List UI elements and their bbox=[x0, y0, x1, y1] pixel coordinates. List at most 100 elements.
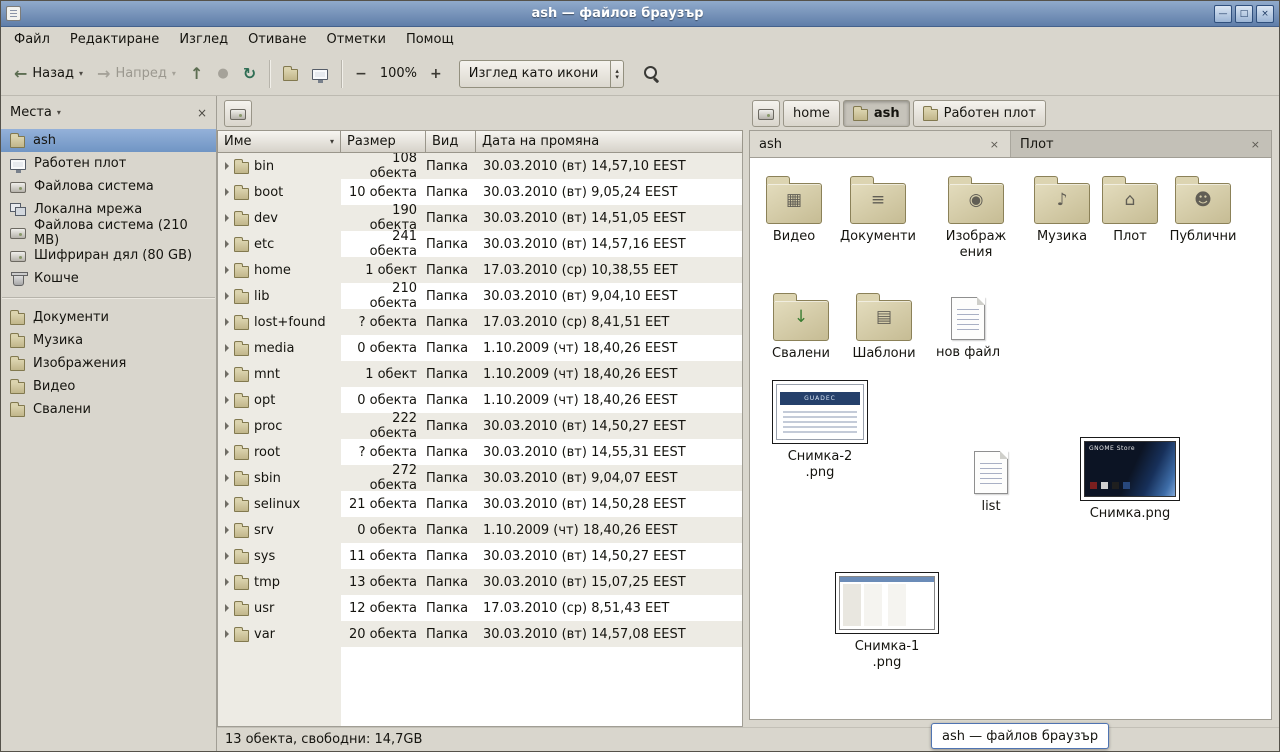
table-row[interactable]: var20 обектаПапка30.03.2010 (вт) 14,57,0… bbox=[218, 621, 742, 647]
table-row[interactable]: dev190 обектаПапка30.03.2010 (вт) 14,51,… bbox=[218, 205, 742, 231]
icon-item-snimka[interactable]: Снимка.png bbox=[1082, 435, 1178, 522]
path-button-root[interactable] bbox=[752, 100, 780, 127]
menu-go[interactable]: Отиване bbox=[238, 27, 316, 52]
icon-item-public[interactable]: ☻Публични bbox=[1155, 174, 1251, 245]
search-button[interactable] bbox=[636, 60, 667, 87]
forward-button[interactable]: Напред bbox=[90, 61, 183, 87]
sidebar-item-desktop[interactable]: Работен плот bbox=[1, 152, 216, 175]
tab-close-icon[interactable] bbox=[988, 138, 1001, 151]
expander-icon[interactable] bbox=[225, 604, 229, 612]
icon-item-documents[interactable]: ≡Документи bbox=[830, 174, 926, 245]
icon-item-list[interactable]: list bbox=[943, 445, 1039, 515]
table-row[interactable]: lost+found? обектаПапка17.03.2010 (ср) 8… bbox=[218, 309, 742, 335]
icon-item-snimka-1[interactable]: Снимка-1.png bbox=[839, 570, 935, 672]
expander-icon[interactable] bbox=[225, 240, 229, 248]
expander-icon[interactable] bbox=[225, 526, 229, 534]
sidebar-item-music[interactable]: Музика bbox=[1, 329, 216, 352]
icon-item-snimka-2[interactable]: Снимка-2.png bbox=[772, 378, 868, 482]
menu-edit[interactable]: Редактиране bbox=[60, 27, 169, 52]
expander-icon[interactable] bbox=[225, 318, 229, 326]
size-cell: 21 обекта bbox=[341, 497, 426, 512]
file-name: opt bbox=[254, 393, 275, 408]
expander-icon[interactable] bbox=[225, 344, 229, 352]
reload-button[interactable] bbox=[236, 61, 263, 87]
sidebar-item-ash[interactable]: ash bbox=[1, 129, 216, 152]
icon-item-new-file[interactable]: нов файл bbox=[920, 291, 1016, 361]
column-header-modified[interactable]: Дата на промяна bbox=[476, 130, 743, 153]
menu-file[interactable]: Файл bbox=[4, 27, 60, 52]
sidebar-selector-caret-icon[interactable] bbox=[57, 108, 61, 117]
tab-ash[interactable]: ash bbox=[750, 131, 1011, 157]
sidebar-item-encrypted-80gb[interactable]: Шифриран дял (80 GB) bbox=[1, 244, 216, 267]
column-header-name[interactable]: Име bbox=[217, 130, 341, 153]
path-button-desktop[interactable]: Работен плот bbox=[913, 100, 1046, 127]
sidebar-item-filesystem[interactable]: Файлова система bbox=[1, 175, 216, 198]
sidebar-item-filesystem-210mb[interactable]: Файлова система (210 MB) bbox=[1, 221, 216, 244]
expander-icon[interactable] bbox=[225, 292, 229, 300]
expander-icon[interactable] bbox=[225, 370, 229, 378]
computer-button[interactable] bbox=[305, 63, 335, 85]
table-row[interactable]: boot10 обектаПапка30.03.2010 (вт) 9,05,2… bbox=[218, 179, 742, 205]
table-row[interactable]: usr12 обектаПапка17.03.2010 (ср) 8,51,43… bbox=[218, 595, 742, 621]
table-row[interactable]: proc222 обектаПапка30.03.2010 (вт) 14,50… bbox=[218, 413, 742, 439]
file-name: usr bbox=[254, 601, 274, 616]
window-menu-icon[interactable] bbox=[6, 6, 21, 21]
expander-icon[interactable] bbox=[225, 552, 229, 560]
sidebar-item-video[interactable]: Видео bbox=[1, 375, 216, 398]
sidebar-item-documents[interactable]: Документи bbox=[1, 306, 216, 329]
close-button[interactable] bbox=[1256, 5, 1274, 23]
table-row[interactable]: opt0 обектаПапка1.10.2009 (чт) 18,40,26 … bbox=[218, 387, 742, 413]
minimize-button[interactable] bbox=[1214, 5, 1232, 23]
home-button[interactable] bbox=[276, 61, 305, 86]
menu-view[interactable]: Изглед bbox=[169, 27, 238, 52]
left-pane-root-path-button[interactable] bbox=[224, 100, 252, 127]
path-button-home[interactable]: home bbox=[783, 100, 840, 127]
up-button[interactable] bbox=[183, 61, 210, 87]
table-row[interactable]: media0 обектаПапка1.10.2009 (чт) 18,40,2… bbox=[218, 335, 742, 361]
sidebar-item-trash[interactable]: Кошче bbox=[1, 267, 216, 290]
tab-plot[interactable]: Плот bbox=[1011, 131, 1271, 157]
expander-icon[interactable] bbox=[225, 474, 229, 482]
table-row[interactable]: tmp13 обектаПапка30.03.2010 (вт) 15,07,2… bbox=[218, 569, 742, 595]
maximize-button[interactable] bbox=[1235, 5, 1253, 23]
back-button[interactable]: Назад bbox=[7, 61, 90, 87]
expander-icon[interactable] bbox=[225, 266, 229, 274]
tab-close-icon[interactable] bbox=[1249, 138, 1262, 151]
view-mode-select[interactable]: Изглед като икони bbox=[459, 60, 624, 88]
menu-help[interactable]: Помощ bbox=[396, 27, 464, 52]
sidebar-close-button[interactable] bbox=[197, 106, 207, 120]
table-row[interactable]: selinux21 обектаПапка30.03.2010 (вт) 14,… bbox=[218, 491, 742, 517]
zoom-out-button[interactable] bbox=[348, 62, 374, 86]
sidebar-item-downloads[interactable]: Свалени bbox=[1, 398, 216, 421]
icon-item-downloads[interactable]: ↓Свалени bbox=[753, 291, 849, 362]
stop-button[interactable] bbox=[210, 62, 235, 85]
folder-icon bbox=[10, 405, 25, 417]
expander-icon[interactable] bbox=[225, 188, 229, 196]
column-header-type[interactable]: Вид bbox=[426, 130, 476, 153]
expander-icon[interactable] bbox=[225, 578, 229, 586]
table-row[interactable]: bin108 обектаПапка30.03.2010 (вт) 14,57,… bbox=[218, 153, 742, 179]
column-header-size[interactable]: Размер bbox=[341, 130, 426, 153]
zoom-in-button[interactable] bbox=[423, 62, 449, 86]
table-row[interactable]: home1 обектПапка17.03.2010 (ср) 10,38,55… bbox=[218, 257, 742, 283]
icon-item-templates[interactable]: ▤Шаблони bbox=[836, 291, 932, 362]
menu-bookmarks[interactable]: Отметки bbox=[316, 27, 395, 52]
expander-icon[interactable] bbox=[225, 448, 229, 456]
table-row[interactable]: sbin272 обектаПапка30.03.2010 (вт) 9,04,… bbox=[218, 465, 742, 491]
table-row[interactable]: etc241 обектаПапка30.03.2010 (вт) 14,57,… bbox=[218, 231, 742, 257]
path-button-ash[interactable]: ash bbox=[843, 100, 910, 127]
expander-icon[interactable] bbox=[225, 500, 229, 508]
table-row[interactable]: sys11 обектаПапка30.03.2010 (вт) 14,50,2… bbox=[218, 543, 742, 569]
icon-item-pictures[interactable]: ◉Изображения bbox=[928, 174, 1024, 262]
table-row[interactable]: root? обектаПапка30.03.2010 (вт) 14,55,3… bbox=[218, 439, 742, 465]
icon-item-video[interactable]: ▦Видео bbox=[749, 174, 842, 245]
expander-icon[interactable] bbox=[225, 630, 229, 638]
expander-icon[interactable] bbox=[225, 422, 229, 430]
table-row[interactable]: mnt1 обектПапка1.10.2009 (чт) 18,40,26 E… bbox=[218, 361, 742, 387]
expander-icon[interactable] bbox=[225, 396, 229, 404]
table-row[interactable]: lib210 обектаПапка30.03.2010 (вт) 9,04,1… bbox=[218, 283, 742, 309]
expander-icon[interactable] bbox=[225, 162, 229, 170]
expander-icon[interactable] bbox=[225, 214, 229, 222]
table-row[interactable]: srv0 обектаПапка1.10.2009 (чт) 18,40,26 … bbox=[218, 517, 742, 543]
sidebar-item-pictures[interactable]: Изображения bbox=[1, 352, 216, 375]
